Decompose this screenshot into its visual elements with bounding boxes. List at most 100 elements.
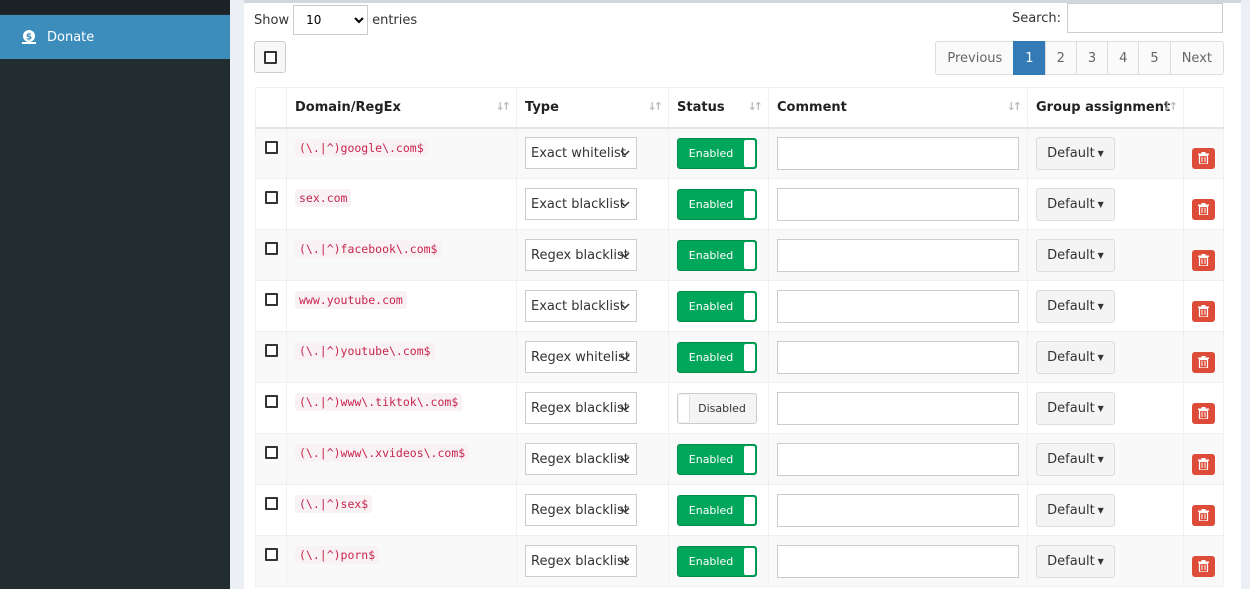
status-toggle[interactable]: Enabled bbox=[677, 545, 757, 577]
status-cell: Enabled bbox=[668, 229, 769, 281]
page-button-1[interactable]: 1 bbox=[1013, 41, 1046, 75]
comment-input[interactable] bbox=[777, 493, 1019, 527]
table-row: (\.|^)www\.xvideos\.com$ Regex blacklist… bbox=[255, 433, 1224, 485]
comment-cell bbox=[768, 382, 1028, 434]
delete-button[interactable] bbox=[1192, 402, 1215, 424]
status-toggle[interactable]: Enabled bbox=[677, 494, 757, 526]
domain-text: (\.|^)porn$ bbox=[295, 546, 380, 564]
row-checkbox[interactable] bbox=[264, 395, 278, 408]
trash-icon bbox=[1198, 407, 1209, 419]
toggle-knob bbox=[744, 241, 755, 269]
group-dropdown-button[interactable]: Default ▼ bbox=[1036, 340, 1115, 374]
action-cell bbox=[1183, 229, 1224, 281]
domain-cell: www.youtube.com bbox=[286, 280, 517, 332]
action-cell bbox=[1183, 433, 1224, 485]
group-dropdown-button[interactable]: Default ▼ bbox=[1036, 238, 1115, 272]
row-checkbox[interactable] bbox=[264, 446, 278, 459]
status-cell: Enabled bbox=[668, 331, 769, 383]
status-toggle[interactable]: Enabled bbox=[677, 290, 757, 322]
domain-cell: (\.|^)facebook\.com$ bbox=[286, 229, 517, 281]
delete-button[interactable] bbox=[1192, 453, 1215, 475]
row-checkbox[interactable] bbox=[264, 293, 278, 306]
row-checkbox[interactable] bbox=[264, 497, 278, 510]
donate-icon: $ bbox=[22, 30, 36, 44]
status-label: Enabled bbox=[688, 452, 734, 466]
trash-icon bbox=[1198, 458, 1209, 470]
status-toggle[interactable]: Enabled bbox=[677, 188, 757, 220]
group-value: Default bbox=[1047, 145, 1095, 161]
type-select[interactable]: Regex blacklist bbox=[525, 443, 637, 475]
next-button[interactable]: Next bbox=[1169, 41, 1224, 75]
comment-input[interactable] bbox=[777, 391, 1019, 425]
type-select[interactable]: Exact whitelist bbox=[525, 137, 637, 170]
page-button-4[interactable]: 4 bbox=[1107, 41, 1140, 75]
page-button-3[interactable]: 3 bbox=[1075, 41, 1109, 75]
type-select[interactable]: Regex blacklist bbox=[525, 494, 637, 526]
comment-input[interactable] bbox=[777, 340, 1019, 374]
type-select[interactable]: Regex whitelist bbox=[525, 341, 637, 373]
delete-button[interactable] bbox=[1192, 249, 1215, 271]
delete-button[interactable] bbox=[1192, 351, 1215, 373]
delete-button[interactable] bbox=[1192, 300, 1215, 322]
group-dropdown-button[interactable]: Default ▼ bbox=[1036, 493, 1115, 527]
delete-button[interactable] bbox=[1192, 555, 1215, 577]
comment-input[interactable] bbox=[777, 289, 1019, 323]
delete-button[interactable] bbox=[1192, 504, 1215, 526]
domain-cell: (\.|^)www\.tiktok\.com$ bbox=[286, 382, 517, 434]
delete-button[interactable] bbox=[1192, 147, 1215, 169]
status-cell: Enabled bbox=[668, 127, 769, 179]
delete-button[interactable] bbox=[1192, 198, 1215, 220]
page-button-2[interactable]: 2 bbox=[1044, 41, 1077, 75]
type-select[interactable]: Regex blacklist bbox=[525, 392, 637, 424]
comment-input[interactable] bbox=[777, 136, 1019, 170]
row-select-cell bbox=[255, 433, 287, 485]
status-toggle[interactable]: Enabled bbox=[677, 341, 757, 373]
header-status[interactable]: Status ↓↑ bbox=[668, 87, 769, 129]
comment-input[interactable] bbox=[777, 238, 1019, 272]
group-dropdown-button[interactable]: Default ▼ bbox=[1036, 187, 1115, 221]
domain-text: (\.|^)google\.com$ bbox=[295, 138, 428, 157]
comment-input[interactable] bbox=[777, 187, 1019, 221]
page-button-5[interactable]: 5 bbox=[1138, 41, 1171, 75]
comment-input[interactable] bbox=[777, 544, 1019, 578]
group-cell: Default ▼ bbox=[1027, 280, 1184, 332]
type-value: Regex whitelist bbox=[531, 349, 630, 365]
type-cell: Regex whitelist bbox=[516, 331, 669, 383]
group-dropdown-button[interactable]: Default ▼ bbox=[1036, 442, 1115, 476]
sidebar-item-donate[interactable]: $ Donate bbox=[0, 15, 230, 59]
previous-button[interactable]: Previous bbox=[935, 41, 1015, 75]
type-select[interactable]: Regex blacklist bbox=[525, 239, 637, 271]
header-domain[interactable]: Domain/RegEx ↓↑ bbox=[286, 87, 517, 129]
group-dropdown-button[interactable]: Default ▼ bbox=[1036, 544, 1115, 578]
status-toggle[interactable]: Enabled bbox=[677, 239, 757, 271]
status-toggle[interactable]: Disabled bbox=[677, 392, 757, 424]
row-select-cell bbox=[255, 280, 287, 332]
comment-input[interactable] bbox=[777, 442, 1019, 476]
search-label: Search: bbox=[1011, 10, 1061, 26]
status-label: Enabled bbox=[688, 299, 734, 313]
header-type[interactable]: Type ↓↑ bbox=[516, 87, 669, 129]
row-checkbox[interactable] bbox=[264, 242, 278, 255]
header-comment[interactable]: Comment ↓↑ bbox=[768, 87, 1028, 129]
entries-select[interactable]: 10 bbox=[293, 5, 369, 35]
group-value: Default bbox=[1047, 349, 1095, 365]
row-checkbox[interactable] bbox=[264, 344, 278, 357]
group-dropdown-button[interactable]: Default ▼ bbox=[1036, 289, 1115, 323]
group-value: Default bbox=[1047, 451, 1095, 467]
type-select[interactable]: Exact blacklist bbox=[525, 290, 637, 322]
search-input[interactable] bbox=[1067, 3, 1223, 33]
group-dropdown-button[interactable]: Default ▼ bbox=[1036, 136, 1115, 170]
header-group[interactable]: Group assignment ↓↑ bbox=[1027, 87, 1184, 129]
status-toggle[interactable]: Enabled bbox=[677, 443, 757, 475]
row-checkbox[interactable] bbox=[264, 548, 278, 561]
select-all-button[interactable] bbox=[254, 41, 286, 73]
group-dropdown-button[interactable]: Default ▼ bbox=[1036, 391, 1115, 425]
type-select[interactable]: Exact blacklist bbox=[525, 188, 637, 220]
trash-icon bbox=[1198, 203, 1209, 215]
row-select-cell bbox=[255, 229, 287, 281]
row-checkbox[interactable] bbox=[264, 140, 278, 154]
row-checkbox[interactable] bbox=[264, 191, 278, 204]
type-select[interactable]: Regex blacklist bbox=[525, 545, 637, 577]
type-value: Regex blacklist bbox=[531, 502, 629, 518]
status-toggle[interactable]: Enabled bbox=[677, 137, 757, 169]
